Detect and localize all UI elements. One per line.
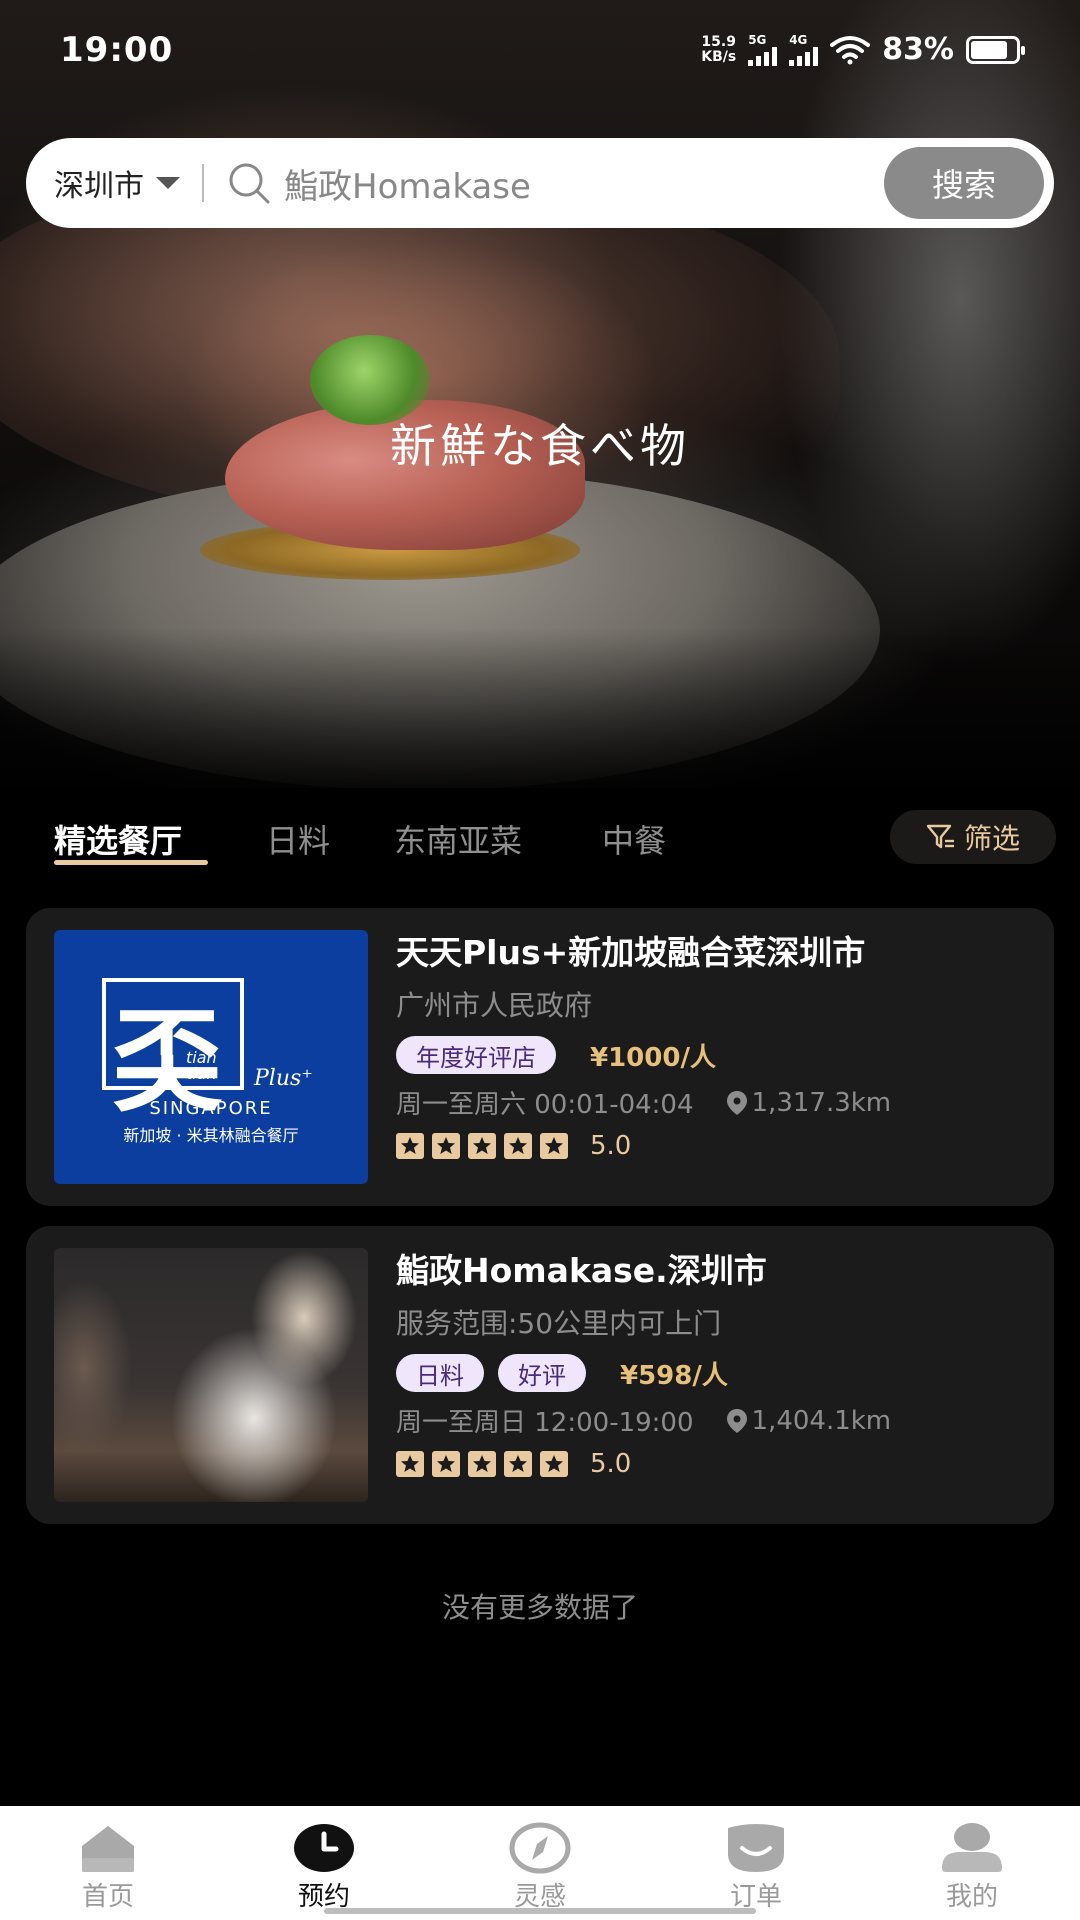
- star-icon: [432, 1133, 460, 1159]
- list-end-message: 没有更多数据了: [441, 1591, 638, 1624]
- restaurant-photo-image: [54, 1248, 368, 1502]
- tag-badge: 好评: [498, 1354, 586, 1392]
- restaurant-subtitle: 服务范围:50公里内可上门: [396, 1307, 722, 1340]
- restaurant-card[interactable]: 鮨政Homakase.深圳市 服务范围:50公里内可上门 日料 好评 ¥598/…: [26, 1226, 1054, 1524]
- hero-banner[interactable]: 新鮮な食べ物: [0, 0, 1080, 788]
- star-icon: [504, 1133, 532, 1159]
- tag-badge: 日料: [396, 1354, 484, 1392]
- card-body: 鮨政Homakase.深圳市 服务范围:50公里内可上门 日料 好评 ¥598/…: [396, 1244, 1036, 1479]
- status-time: 19:00: [60, 30, 174, 70]
- price-per-person: ¥1000/人: [590, 1042, 716, 1073]
- search-icon: [229, 163, 270, 204]
- city-selector[interactable]: 深圳市: [26, 161, 180, 205]
- search-divider: [202, 164, 204, 202]
- star-icon: [468, 1451, 496, 1477]
- status-bar: 19:00 15.9 KB/s 5G 4G 83%: [0, 0, 1080, 100]
- home-icon: [82, 1826, 134, 1872]
- nav-profile[interactable]: 我的: [912, 1822, 1032, 1913]
- tab-featured[interactable]: 精选餐厅: [54, 816, 182, 862]
- logo-tian: tian tian: [186, 1050, 217, 1082]
- opening-hours: 周一至周六 00:01-04:04: [396, 1090, 694, 1120]
- order-icon: [728, 1824, 784, 1872]
- star-icon: [468, 1133, 496, 1159]
- category-tabs: 精选餐厅 日料 东南亚菜 中餐 筛选: [0, 800, 1080, 880]
- logo-tagline: 新加坡 · 米其林融合餐厅: [123, 1126, 299, 1145]
- location-pin-icon: [726, 1090, 747, 1115]
- star-icon: [432, 1451, 460, 1477]
- tab-southeast-asian[interactable]: 东南亚菜: [394, 816, 522, 862]
- net-speed-value: 15.9: [701, 33, 736, 50]
- signal-5g-label: 5G: [748, 32, 767, 47]
- rating-value: 5.0: [590, 1131, 632, 1161]
- tag-badge: 年度好评店: [396, 1036, 556, 1074]
- star-icon: [396, 1451, 424, 1477]
- nav-label: 首页: [81, 1882, 134, 1912]
- bottom-nav: 首页 预约 灵感 订单 我的: [0, 1806, 1080, 1920]
- nav-orders[interactable]: 订单: [696, 1822, 816, 1913]
- location-pin-icon: [726, 1408, 747, 1433]
- tab-active-underline: [54, 860, 208, 865]
- battery-percent: 83%: [882, 32, 954, 67]
- search-button[interactable]: 搜索: [884, 147, 1044, 219]
- signal-5g-icon: 5G: [748, 32, 778, 66]
- filter-icon: [926, 824, 954, 849]
- restaurant-meta: 周一至周六 00:01-04:04 1,317.3km: [396, 1084, 1036, 1121]
- star-icon: [540, 1133, 568, 1159]
- distance: 1,404.1km: [751, 1405, 892, 1436]
- nav-booking[interactable]: 预约: [264, 1822, 384, 1913]
- signal-4g-label: 4G: [789, 32, 808, 47]
- nav-label: 我的: [945, 1882, 998, 1912]
- compass-icon: [509, 1822, 571, 1874]
- filter-label: 筛选: [963, 822, 1020, 855]
- star-icon: [396, 1133, 424, 1159]
- hero-fade: [0, 628, 1080, 788]
- status-indicators: 15.9 KB/s 5G 4G 83%: [701, 32, 1025, 67]
- filter-button[interactable]: 筛选: [890, 810, 1056, 864]
- search-bar: 深圳市 鮨政Homakase 搜索: [26, 138, 1054, 228]
- tab-chinese[interactable]: 中餐: [602, 816, 666, 862]
- distance: 1,317.3km: [751, 1087, 892, 1118]
- rating-row: 5.0: [396, 1131, 1036, 1161]
- chevron-down-icon: [156, 177, 180, 189]
- star-icon: [504, 1451, 532, 1477]
- price-per-person: ¥598/人: [620, 1360, 728, 1391]
- battery-fill: [971, 40, 1007, 59]
- restaurant-tags: 年度好评店 ¥1000/人: [396, 1036, 1036, 1074]
- signal-4g-icon: 4G: [789, 32, 819, 66]
- logo-tian-2: tian: [186, 1064, 217, 1083]
- restaurant-logo-image: 奀 tian tian Plus⁺ SINGAPORE 新加坡 · 米其林融合餐…: [54, 930, 368, 1184]
- star-icon: [540, 1451, 568, 1477]
- city-label: 深圳市: [54, 169, 144, 204]
- restaurant-meta: 周一至周日 12:00-19:00 1,404.1km: [396, 1402, 1036, 1439]
- net-speed-unit: KB/s: [701, 48, 737, 65]
- hero-title: 新鮮な食べ物: [390, 419, 690, 473]
- restaurant-name: 鮨政Homakase.深圳市: [396, 1251, 767, 1290]
- restaurant-name: 天天Plus+新加坡融合菜深圳市: [396, 933, 866, 972]
- opening-hours: 周一至周日 12:00-19:00: [396, 1408, 694, 1438]
- screen: 新鮮な食べ物 19:00 15.9 KB/s 5G 4G 83% 深圳市 鮨政H…: [0, 0, 1080, 1920]
- tab-japanese[interactable]: 日料: [266, 816, 330, 862]
- restaurant-tags: 日料 好评 ¥598/人: [396, 1354, 1036, 1392]
- restaurant-card[interactable]: 奀 tian tian Plus⁺ SINGAPORE 新加坡 · 米其林融合餐…: [26, 908, 1054, 1206]
- profile-icon: [942, 1823, 1002, 1872]
- rating-row: 5.0: [396, 1449, 1036, 1479]
- battery-icon: [966, 35, 1025, 64]
- search-input[interactable]: 鮨政Homakase: [284, 159, 884, 208]
- card-body: 天天Plus+新加坡融合菜深圳市 广州市人民政府 年度好评店 ¥1000/人 周…: [396, 926, 1036, 1161]
- wifi-icon: [830, 35, 871, 64]
- nav-inspiration[interactable]: 灵感: [480, 1822, 600, 1913]
- restaurant-subtitle: 广州市人民政府: [396, 989, 593, 1022]
- logo-country: SINGAPORE: [149, 1098, 273, 1119]
- logo-plus: Plus⁺: [254, 1066, 313, 1091]
- home-indicator[interactable]: [324, 1908, 756, 1914]
- net-speed: 15.9 KB/s: [701, 33, 737, 65]
- clock-icon: [294, 1824, 354, 1872]
- nav-home[interactable]: 首页: [48, 1822, 168, 1913]
- rating-value: 5.0: [590, 1449, 632, 1479]
